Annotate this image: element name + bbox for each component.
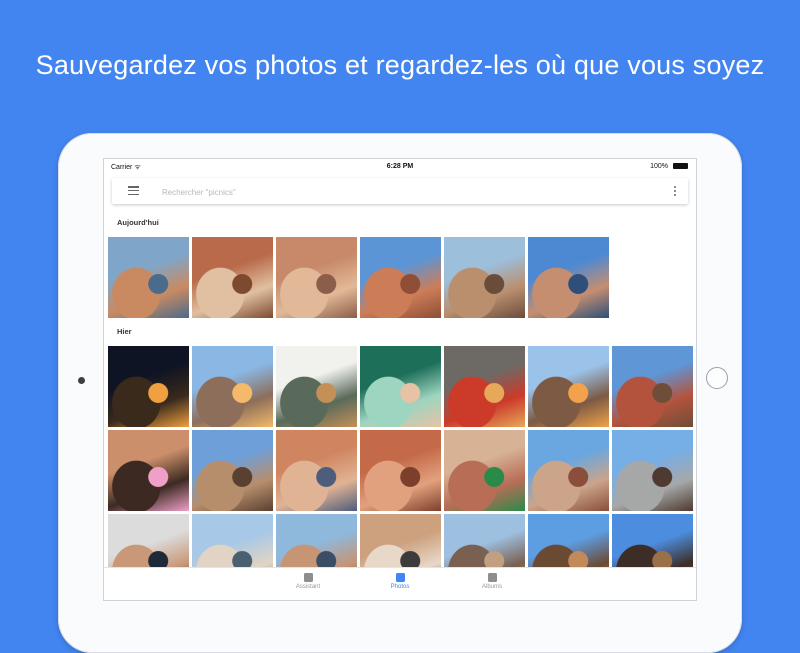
photo-thumbnail-canyon-hike[interactable] bbox=[276, 237, 357, 318]
assistant-icon bbox=[303, 573, 313, 582]
search-bar bbox=[112, 178, 688, 204]
photo-thumbnail-viewing-scope[interactable] bbox=[612, 430, 693, 511]
bottom-navigation: Assistant Photos Albums bbox=[104, 567, 696, 600]
nav-photos-label: Photos bbox=[390, 584, 410, 590]
photo-thumbnail-campsite-fire[interactable] bbox=[192, 346, 273, 427]
battery-percent: 100% bbox=[650, 163, 668, 170]
section-yesterday: Hier bbox=[117, 327, 132, 336]
photo-thumbnail-woman-rocks[interactable] bbox=[444, 430, 525, 511]
photo-thumbnail-campfire-pot[interactable] bbox=[444, 346, 525, 427]
nav-albums[interactable]: Albums bbox=[452, 571, 532, 590]
photo-thumbnail-climbing-rock[interactable] bbox=[528, 430, 609, 511]
section-today: Aujourd'hui bbox=[117, 218, 159, 227]
nav-photos[interactable]: Photos bbox=[360, 571, 440, 590]
photo-thumbnail-father-child-selfie[interactable] bbox=[528, 237, 609, 318]
battery-icon bbox=[673, 163, 688, 169]
photo-thumbnail-campsite-evening[interactable] bbox=[528, 346, 609, 427]
photo-thumbnail-girl-in-desert[interactable] bbox=[444, 237, 525, 318]
photo-thumbnail-boy-portrait[interactable] bbox=[108, 430, 189, 511]
photo-thumbnail-rock-hole-face[interactable] bbox=[360, 430, 441, 511]
more-vert-icon[interactable] bbox=[674, 186, 677, 197]
nav-assistant[interactable]: Assistant bbox=[268, 571, 348, 590]
menu-icon[interactable] bbox=[128, 186, 139, 196]
photo-thumbnail-food-bowls[interactable] bbox=[276, 346, 357, 427]
nav-assistant-label: Assistant bbox=[295, 584, 321, 590]
app-screen: Carrier ᯤ 6:28 PM 100% Aujourd'hui Hier … bbox=[104, 159, 696, 600]
albums-icon bbox=[487, 573, 497, 582]
photo-thumbnail-family-selfie[interactable] bbox=[108, 237, 189, 318]
photo-thumbnail-rock-climbing[interactable] bbox=[360, 237, 441, 318]
photo-thumbnail-campfire-night[interactable] bbox=[108, 346, 189, 427]
photo-thumbnail-desert-walk[interactable] bbox=[192, 430, 273, 511]
clock: 6:28 PM bbox=[386, 163, 414, 170]
headline: Sauvegardez vos photos et regardez-les o… bbox=[35, 50, 765, 80]
photo-thumbnail-rock-formation-group[interactable] bbox=[276, 430, 357, 511]
nav-albums-label: Albums bbox=[481, 584, 502, 590]
search-input[interactable] bbox=[160, 183, 644, 201]
front-camera bbox=[78, 377, 85, 384]
photos-icon bbox=[395, 573, 405, 582]
photo-thumbnail-boy-on-rocks[interactable] bbox=[612, 346, 693, 427]
status-bar: Carrier ᯤ 6:28 PM 100% bbox=[104, 159, 696, 175]
photo-thumbnail-kids-on-rocks[interactable] bbox=[192, 237, 273, 318]
home-button[interactable] bbox=[706, 367, 728, 389]
photo-thumbnail-tent-selfie[interactable] bbox=[360, 346, 441, 427]
